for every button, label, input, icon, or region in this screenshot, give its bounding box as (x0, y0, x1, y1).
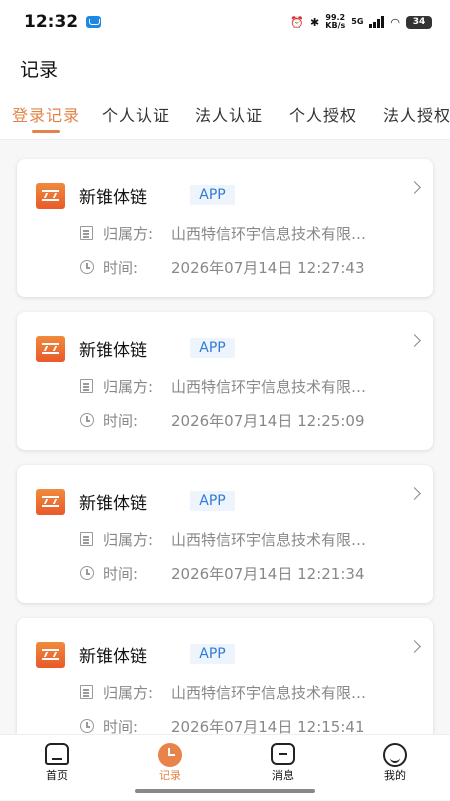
app-name: 新锥体链 (79, 494, 147, 514)
profile-icon (383, 743, 407, 767)
tab-login-records[interactable]: 登录记录 (12, 102, 80, 126)
page-header: 记录 (0, 44, 450, 92)
net-speed: 99.2 KB/s (325, 14, 345, 30)
app-logo-icon (36, 642, 65, 668)
signal-type: 5G (351, 17, 364, 26)
active-tab-indicator (32, 130, 60, 133)
clock-icon (80, 566, 94, 580)
owner-label: 归属方: (103, 531, 154, 549)
app-name: 新锥体链 (79, 647, 147, 667)
tab-personal-auth[interactable]: 个人认证 (102, 102, 170, 126)
document-icon (80, 685, 93, 699)
chevron-right-icon (408, 181, 421, 194)
app-type-badge: APP (190, 491, 235, 511)
clock-icon (80, 413, 94, 427)
record-card[interactable]: 新锥体链 APP 归属方: 山西特信环宇信息技术有限… 时间: 2026年07月… (17, 312, 433, 450)
owner-value: 山西特信环宇信息技术有限… (171, 378, 367, 396)
document-icon (80, 226, 93, 240)
time-label: 时间: (103, 412, 139, 430)
page-title: 记录 (20, 58, 59, 81)
signal-icon (369, 16, 385, 28)
bluetooth-icon: ✱ (310, 15, 320, 29)
tab-legal-auth[interactable]: 法人认证 (195, 102, 263, 126)
document-icon (80, 379, 93, 393)
nav-home-label: 首页 (46, 769, 68, 782)
owner-value: 山西特信环宇信息技术有限… (171, 684, 367, 702)
status-bar: 12:32 ⏰ ✱ 99.2 KB/s 5G ◠ 34 (0, 0, 450, 44)
clock-icon (80, 719, 94, 733)
nav-messages-label: 消息 (272, 769, 294, 782)
alarm-icon: ⏰ (290, 15, 305, 29)
app-type-badge: APP (190, 185, 235, 205)
nav-profile[interactable]: 我的 (355, 735, 435, 801)
owner-value: 山西特信环宇信息技术有限… (171, 531, 367, 549)
clock-icon (80, 260, 94, 274)
home-indicator[interactable] (135, 789, 315, 793)
time-label: 时间: (103, 565, 139, 583)
time-value: 2026年07月14日 12:25:09 (171, 412, 365, 430)
record-card[interactable]: 新锥体链 APP 归属方: 山西特信环宇信息技术有限… 时间: 2026年07月… (17, 465, 433, 603)
time-value: 2026年07月14日 12:27:43 (171, 259, 365, 277)
tab-personal-authorization[interactable]: 个人授权 (289, 102, 357, 126)
record-card[interactable]: 新锥体链 APP 归属方: 山西特信环宇信息技术有限… 时间: 2026年07月… (17, 159, 433, 297)
owner-label: 归属方: (103, 378, 154, 396)
document-icon (80, 532, 93, 546)
home-icon (45, 743, 69, 765)
time-label: 时间: (103, 259, 139, 277)
owner-label: 归属方: (103, 684, 154, 702)
wifi-icon: ◠ (390, 15, 400, 29)
net-speed-unit: KB/s (325, 21, 346, 30)
app-logo-icon (36, 183, 65, 209)
app-name: 新锥体链 (79, 188, 147, 208)
message-icon (271, 743, 295, 765)
nav-profile-label: 我的 (384, 769, 406, 782)
mail-icon (86, 16, 102, 28)
app-type-badge: APP (190, 338, 235, 358)
app-logo-icon (36, 336, 65, 362)
owner-value: 山西特信环宇信息技术有限… (171, 225, 367, 243)
time-value: 2026年07月14日 12:21:34 (171, 565, 365, 583)
nav-records-label: 记录 (159, 769, 181, 782)
status-time: 12:32 (24, 12, 79, 32)
chevron-right-icon (408, 640, 421, 653)
nav-home[interactable]: 首页 (17, 735, 97, 801)
owner-label: 归属方: (103, 225, 154, 243)
battery-icon: 34 (406, 15, 432, 29)
chevron-right-icon (408, 487, 421, 500)
app-logo-icon (36, 489, 65, 515)
clock-icon (158, 743, 182, 767)
tab-legal-authorization[interactable]: 法人授权 (383, 102, 450, 126)
chevron-right-icon (408, 334, 421, 347)
app-name: 新锥体链 (79, 341, 147, 361)
app-type-badge: APP (190, 644, 235, 664)
tab-bar: 登录记录 个人认证 法人认证 个人授权 法人授权 (0, 92, 450, 140)
